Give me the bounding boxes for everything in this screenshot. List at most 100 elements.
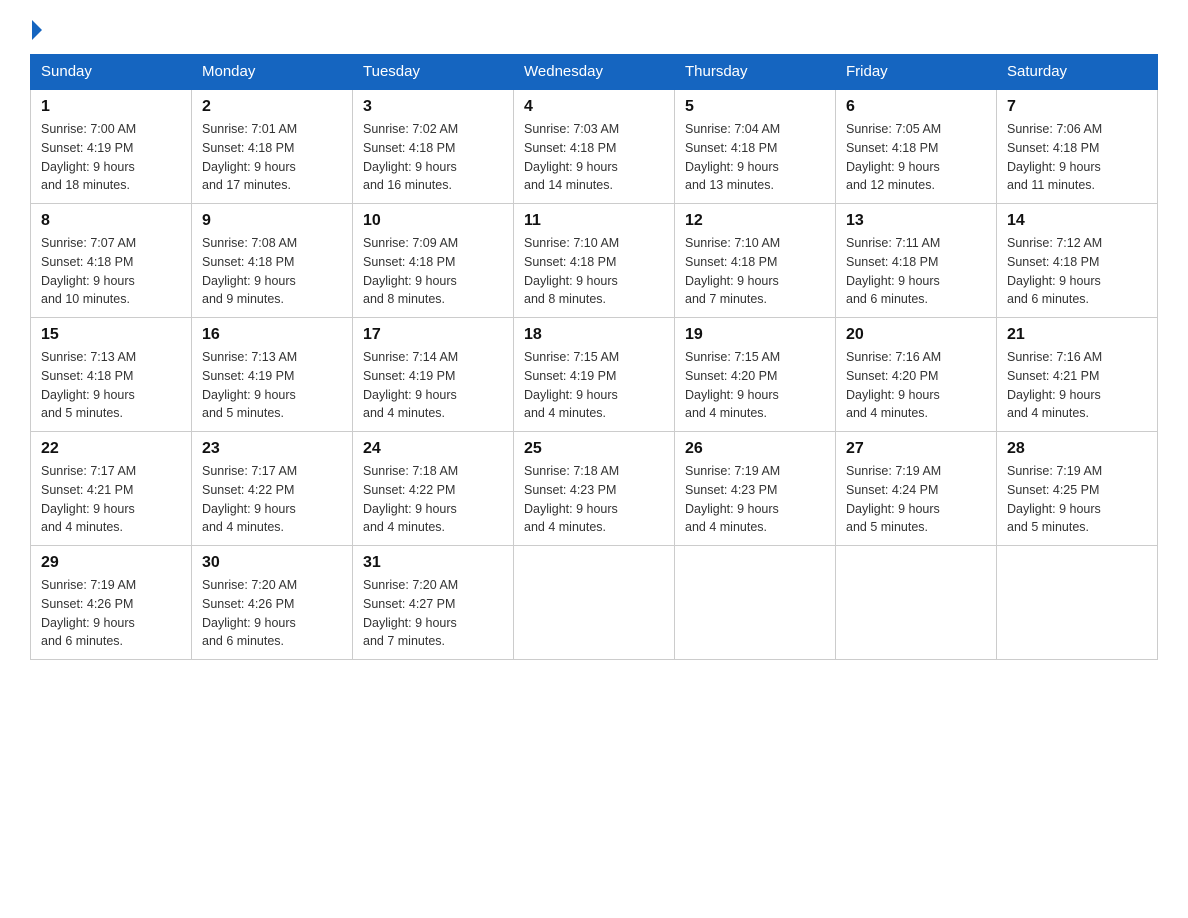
day-number: 11	[524, 212, 664, 230]
day-info: Sunrise: 7:15 AMSunset: 4:20 PMDaylight:…	[685, 348, 825, 423]
day-number: 1	[41, 98, 181, 116]
calendar-cell: 18 Sunrise: 7:15 AMSunset: 4:19 PMDayligh…	[514, 318, 675, 432]
day-number: 18	[524, 326, 664, 344]
day-number: 6	[846, 98, 986, 116]
calendar-cell: 30 Sunrise: 7:20 AMSunset: 4:26 PMDayligh…	[192, 546, 353, 660]
day-info: Sunrise: 7:03 AMSunset: 4:18 PMDaylight:…	[524, 120, 664, 195]
day-number: 19	[685, 326, 825, 344]
calendar-week-row: 8 Sunrise: 7:07 AMSunset: 4:18 PMDaylight…	[31, 204, 1158, 318]
day-info: Sunrise: 7:04 AMSunset: 4:18 PMDaylight:…	[685, 120, 825, 195]
calendar-cell: 15Sunrise: 7:13 AMSunset: 4:18 PMDayligh…	[31, 318, 192, 432]
page-header	[30, 20, 1158, 36]
day-info: Sunrise: 7:07 AMSunset: 4:18 PMDaylight:…	[41, 234, 181, 309]
calendar-cell: 13 Sunrise: 7:11 AMSunset: 4:18 PMDayligh…	[836, 204, 997, 318]
calendar-week-row: 15Sunrise: 7:13 AMSunset: 4:18 PMDayligh…	[31, 318, 1158, 432]
calendar-cell: 26 Sunrise: 7:19 AMSunset: 4:23 PMDayligh…	[675, 432, 836, 546]
day-info: Sunrise: 7:19 AMSunset: 4:25 PMDaylight:…	[1007, 462, 1147, 537]
day-number: 29	[41, 554, 181, 572]
day-info: Sunrise: 7:17 AMSunset: 4:21 PMDaylight:…	[41, 462, 181, 537]
day-number: 7	[1007, 98, 1147, 116]
day-info: Sunrise: 7:20 AMSunset: 4:26 PMDaylight:…	[202, 576, 342, 651]
header-wednesday: Wednesday	[514, 55, 675, 90]
day-number: 21	[1007, 326, 1147, 344]
day-info: Sunrise: 7:13 AMSunset: 4:18 PMDaylight:…	[41, 348, 181, 423]
calendar-cell	[514, 546, 675, 660]
calendar-cell: 2 Sunrise: 7:01 AMSunset: 4:18 PMDaylight…	[192, 89, 353, 204]
day-number: 26	[685, 440, 825, 458]
day-number: 25	[524, 440, 664, 458]
calendar-cell: 12 Sunrise: 7:10 AMSunset: 4:18 PMDayligh…	[675, 204, 836, 318]
header-saturday: Saturday	[997, 55, 1158, 90]
day-info: Sunrise: 7:16 AMSunset: 4:20 PMDaylight:…	[846, 348, 986, 423]
calendar-cell: 21 Sunrise: 7:16 AMSunset: 4:21 PMDayligh…	[997, 318, 1158, 432]
day-number: 8	[41, 212, 181, 230]
day-number: 28	[1007, 440, 1147, 458]
day-info: Sunrise: 7:06 AMSunset: 4:18 PMDaylight:…	[1007, 120, 1147, 195]
day-number: 4	[524, 98, 664, 116]
day-info: Sunrise: 7:10 AMSunset: 4:18 PMDaylight:…	[524, 234, 664, 309]
day-info: Sunrise: 7:19 AMSunset: 4:26 PMDaylight:…	[41, 576, 181, 651]
calendar-cell	[675, 546, 836, 660]
calendar-week-row: 29 Sunrise: 7:19 AMSunset: 4:26 PMDayligh…	[31, 546, 1158, 660]
header-friday: Friday	[836, 55, 997, 90]
day-info: Sunrise: 7:13 AMSunset: 4:19 PMDaylight:…	[202, 348, 342, 423]
calendar-cell: 5 Sunrise: 7:04 AMSunset: 4:18 PMDaylight…	[675, 89, 836, 204]
calendar-week-row: 1 Sunrise: 7:00 AMSunset: 4:19 PMDaylight…	[31, 89, 1158, 204]
calendar-cell	[997, 546, 1158, 660]
day-info: Sunrise: 7:17 AMSunset: 4:22 PMDaylight:…	[202, 462, 342, 537]
day-info: Sunrise: 7:20 AMSunset: 4:27 PMDaylight:…	[363, 576, 503, 651]
calendar-cell: 1 Sunrise: 7:00 AMSunset: 4:19 PMDaylight…	[31, 89, 192, 204]
logo	[30, 20, 44, 36]
calendar-cell: 20 Sunrise: 7:16 AMSunset: 4:20 PMDayligh…	[836, 318, 997, 432]
calendar-cell: 10 Sunrise: 7:09 AMSunset: 4:18 PMDayligh…	[353, 204, 514, 318]
calendar-cell: 3Sunrise: 7:02 AMSunset: 4:18 PMDaylight…	[353, 89, 514, 204]
calendar-cell	[836, 546, 997, 660]
day-number: 13	[846, 212, 986, 230]
day-number: 9	[202, 212, 342, 230]
day-info: Sunrise: 7:16 AMSunset: 4:21 PMDaylight:…	[1007, 348, 1147, 423]
calendar-cell: 31 Sunrise: 7:20 AMSunset: 4:27 PMDayligh…	[353, 546, 514, 660]
day-info: Sunrise: 7:15 AMSunset: 4:19 PMDaylight:…	[524, 348, 664, 423]
day-number: 20	[846, 326, 986, 344]
day-info: Sunrise: 7:11 AMSunset: 4:18 PMDaylight:…	[846, 234, 986, 309]
header-monday: Monday	[192, 55, 353, 90]
day-number: 30	[202, 554, 342, 572]
day-number: 16	[202, 326, 342, 344]
day-number: 2	[202, 98, 342, 116]
day-number: 5	[685, 98, 825, 116]
calendar-cell: 17Sunrise: 7:14 AMSunset: 4:19 PMDayligh…	[353, 318, 514, 432]
calendar-week-row: 22 Sunrise: 7:17 AMSunset: 4:21 PMDayligh…	[31, 432, 1158, 546]
header-tuesday: Tuesday	[353, 55, 514, 90]
calendar-cell: 4 Sunrise: 7:03 AMSunset: 4:18 PMDaylight…	[514, 89, 675, 204]
day-info: Sunrise: 7:01 AMSunset: 4:18 PMDaylight:…	[202, 120, 342, 195]
day-number: 24	[363, 440, 503, 458]
calendar-cell: 14 Sunrise: 7:12 AMSunset: 4:18 PMDayligh…	[997, 204, 1158, 318]
calendar-cell: 28 Sunrise: 7:19 AMSunset: 4:25 PMDayligh…	[997, 432, 1158, 546]
calendar-cell: 25 Sunrise: 7:18 AMSunset: 4:23 PMDayligh…	[514, 432, 675, 546]
logo-arrow-icon	[32, 20, 42, 40]
day-number: 10	[363, 212, 503, 230]
calendar-cell: 8 Sunrise: 7:07 AMSunset: 4:18 PMDaylight…	[31, 204, 192, 318]
calendar-header-row: SundayMondayTuesdayWednesdayThursdayFrid…	[31, 55, 1158, 90]
day-info: Sunrise: 7:10 AMSunset: 4:18 PMDaylight:…	[685, 234, 825, 309]
day-info: Sunrise: 7:08 AMSunset: 4:18 PMDaylight:…	[202, 234, 342, 309]
day-number: 17	[363, 326, 503, 344]
day-number: 14	[1007, 212, 1147, 230]
day-info: Sunrise: 7:09 AMSunset: 4:18 PMDaylight:…	[363, 234, 503, 309]
calendar-cell: 19 Sunrise: 7:15 AMSunset: 4:20 PMDayligh…	[675, 318, 836, 432]
day-info: Sunrise: 7:02 AMSunset: 4:18 PMDaylight:…	[363, 120, 503, 195]
header-thursday: Thursday	[675, 55, 836, 90]
day-number: 31	[363, 554, 503, 572]
calendar-table: SundayMondayTuesdayWednesdayThursdayFrid…	[30, 54, 1158, 660]
calendar-cell: 29 Sunrise: 7:19 AMSunset: 4:26 PMDayligh…	[31, 546, 192, 660]
day-info: Sunrise: 7:00 AMSunset: 4:19 PMDaylight:…	[41, 120, 181, 195]
day-info: Sunrise: 7:19 AMSunset: 4:23 PMDaylight:…	[685, 462, 825, 537]
day-number: 22	[41, 440, 181, 458]
calendar-cell: 24Sunrise: 7:18 AMSunset: 4:22 PMDayligh…	[353, 432, 514, 546]
day-number: 12	[685, 212, 825, 230]
day-info: Sunrise: 7:18 AMSunset: 4:23 PMDaylight:…	[524, 462, 664, 537]
calendar-cell: 16 Sunrise: 7:13 AMSunset: 4:19 PMDayligh…	[192, 318, 353, 432]
calendar-cell: 27Sunrise: 7:19 AMSunset: 4:24 PMDayligh…	[836, 432, 997, 546]
day-info: Sunrise: 7:12 AMSunset: 4:18 PMDaylight:…	[1007, 234, 1147, 309]
calendar-cell: 22 Sunrise: 7:17 AMSunset: 4:21 PMDayligh…	[31, 432, 192, 546]
